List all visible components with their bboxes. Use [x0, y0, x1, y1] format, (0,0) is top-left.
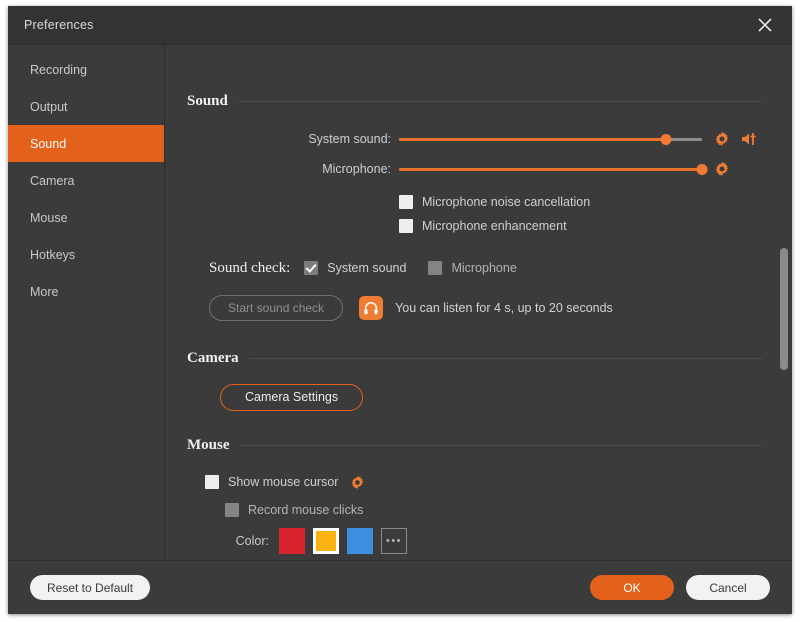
sound-check-system-checkbox[interactable]: [304, 261, 318, 275]
gear-icon[interactable]: [714, 131, 730, 147]
sidebar-item-sound[interactable]: Sound: [8, 125, 164, 162]
section-header-mouse: Mouse: [187, 437, 762, 454]
sidebar-item-output[interactable]: Output: [8, 88, 164, 125]
slider-knob[interactable]: [660, 134, 671, 145]
noise-cancellation-label[interactable]: Microphone noise cancellation: [422, 195, 590, 209]
record-mouse-clicks-row: Record mouse clicks: [187, 496, 762, 524]
system-sound-label: System sound:: [187, 132, 399, 146]
scrollbar-thumb[interactable]: [780, 248, 788, 370]
reset-to-default-button[interactable]: Reset to Default: [30, 575, 150, 600]
sound-check-label: Sound check:: [209, 260, 290, 277]
sidebar-item-label: Sound: [30, 137, 66, 151]
more-colors-button[interactable]: •••: [381, 528, 407, 554]
color-swatch-yellow[interactable]: [313, 528, 339, 554]
noise-cancellation-checkbox[interactable]: [399, 195, 413, 209]
show-mouse-cursor-label[interactable]: Show mouse cursor: [228, 475, 338, 489]
window-title: Preferences: [24, 18, 94, 32]
slider-fill: [399, 168, 702, 171]
slider-knob[interactable]: [697, 164, 708, 175]
sidebar-item-label: Recording: [30, 63, 87, 77]
sidebar-item-label: Mouse: [30, 211, 68, 225]
microphone-row: Microphone:: [187, 154, 762, 184]
sidebar-item-hotkeys[interactable]: Hotkeys: [8, 236, 164, 273]
microphone-slider[interactable]: [399, 160, 702, 178]
divider: [238, 101, 762, 102]
microphone-label: Microphone:: [187, 162, 399, 176]
speaker-icon[interactable]: [740, 131, 758, 147]
dialog-footer: Reset to Default OK Cancel: [8, 560, 792, 614]
sidebar-nav: Recording Output Sound Camera Mouse Hotk…: [8, 45, 165, 560]
gear-icon[interactable]: [350, 475, 365, 490]
section-header-camera: Camera: [187, 350, 762, 367]
title-bar: Preferences: [8, 6, 792, 44]
sidebar-item-label: More: [30, 285, 58, 299]
slider-fill: [399, 138, 666, 141]
sound-check-row: Sound check: System sound Microphone: [187, 250, 762, 286]
record-mouse-area-row: Record mouse area: [187, 558, 762, 560]
sidebar-item-label: Camera: [30, 174, 74, 188]
record-mouse-clicks-checkbox[interactable]: [225, 503, 239, 517]
divider: [249, 358, 762, 359]
divider: [240, 445, 763, 446]
sidebar-item-label: Hotkeys: [30, 248, 75, 262]
ok-button[interactable]: OK: [590, 575, 674, 600]
camera-settings-button[interactable]: Camera Settings: [220, 384, 363, 411]
sound-check-mic-checkbox[interactable]: [428, 261, 442, 275]
sound-check-hint: You can listen for 4 s, up to 20 seconds: [395, 301, 613, 315]
dialog-body: Recording Output Sound Camera Mouse Hotk…: [8, 44, 792, 560]
clicks-color-label: Color:: [219, 534, 269, 548]
system-sound-row: System sound:: [187, 124, 762, 154]
content-scrollbar[interactable]: [780, 45, 788, 560]
start-sound-check-row: Start sound check You can listen for 4 s…: [187, 292, 762, 324]
section-header-sound: Sound: [187, 93, 762, 110]
preferences-window: Preferences Recording Output Sound Camer…: [8, 6, 792, 614]
mic-enhancement-label[interactable]: Microphone enhancement: [422, 219, 567, 233]
sidebar-item-label: Output: [30, 100, 68, 114]
headphones-icon[interactable]: [359, 296, 383, 320]
sound-check-mic-label[interactable]: Microphone: [451, 261, 516, 275]
sidebar-item-camera[interactable]: Camera: [8, 162, 164, 199]
sidebar-item-recording[interactable]: Recording: [8, 51, 164, 88]
close-icon[interactable]: [748, 10, 782, 40]
mic-enhancement-checkbox[interactable]: [399, 219, 413, 233]
noise-cancellation-row: Microphone noise cancellation: [187, 190, 762, 214]
camera-settings-row: Camera Settings: [187, 381, 762, 413]
settings-content: Sound System sound:: [165, 45, 792, 560]
clicks-color-row: Color: •••: [187, 524, 762, 558]
page-title: Sound: [187, 93, 228, 110]
sidebar-item-mouse[interactable]: Mouse: [8, 199, 164, 236]
sound-check-system-label[interactable]: System sound: [327, 261, 406, 275]
mouse-section-title: Mouse: [187, 437, 230, 454]
record-mouse-clicks-label[interactable]: Record mouse clicks: [248, 503, 363, 517]
mic-enhancement-row: Microphone enhancement: [187, 214, 762, 238]
sidebar-item-more[interactable]: More: [8, 273, 164, 310]
camera-section-title: Camera: [187, 350, 239, 367]
start-sound-check-button[interactable]: Start sound check: [209, 295, 343, 321]
gear-icon[interactable]: [714, 161, 730, 177]
system-sound-slider[interactable]: [399, 130, 702, 148]
show-mouse-cursor-checkbox[interactable]: [205, 475, 219, 489]
color-swatch-red[interactable]: [279, 528, 305, 554]
show-mouse-cursor-row: Show mouse cursor: [187, 468, 762, 496]
cancel-button[interactable]: Cancel: [686, 575, 770, 600]
color-swatch-blue[interactable]: [347, 528, 373, 554]
